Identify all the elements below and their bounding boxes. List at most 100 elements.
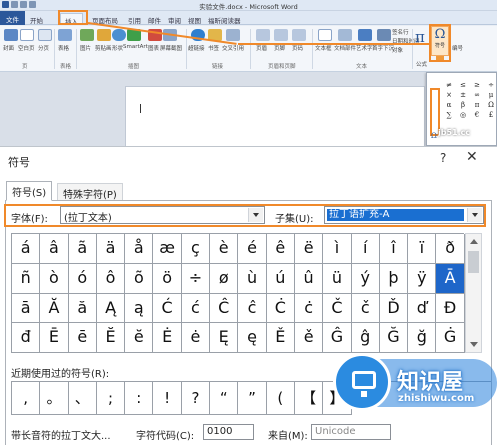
symbol-cell[interactable]: ċ [294, 293, 324, 324]
symbol-cell[interactable]: ö [153, 263, 182, 294]
recent-symbol-cell[interactable]: ? [181, 382, 211, 415]
document-page[interactable] [125, 86, 425, 146]
tab-references[interactable]: 引用 [124, 13, 145, 25]
symbol-cell[interactable]: ÿ [408, 263, 437, 294]
symbol-cell[interactable]: ė [181, 323, 211, 353]
recent-symbol-cell[interactable]: “ [210, 382, 239, 415]
symbol-cell[interactable]: ð [436, 234, 465, 264]
recent-symbol-cell[interactable]: ; [96, 382, 126, 415]
blank-page-icon[interactable] [20, 29, 34, 41]
clipart-icon[interactable] [97, 29, 111, 41]
dropdown-symbol[interactable]: α [442, 101, 456, 111]
symbol-cell[interactable]: ø [210, 263, 239, 294]
drop-cap-icon[interactable] [377, 29, 391, 41]
symbol-cell[interactable]: Ę [210, 323, 239, 353]
dropdown-symbol[interactable]: € [470, 111, 484, 121]
symbol-cell[interactable]: á [12, 234, 41, 264]
dropdown-symbol[interactable]: ≥ [470, 81, 484, 91]
close-button[interactable]: ✕ [466, 149, 478, 165]
symbol-cell[interactable]: ã [68, 234, 97, 264]
signature-line-button[interactable]: 签名行 [392, 28, 409, 36]
symbol-cell[interactable]: ý [351, 263, 380, 294]
symbol-cell[interactable]: ĝ [351, 323, 380, 353]
symbol-cell[interactable]: ĕ [125, 323, 154, 353]
symbol-cell[interactable]: đ [12, 323, 41, 353]
symbol-cell[interactable]: è [210, 234, 239, 264]
dropdown-symbol[interactable]: π [470, 101, 484, 111]
symbol-cell[interactable]: Đ [436, 293, 465, 324]
symbol-cell[interactable]: ç [181, 234, 211, 264]
dropdown-symbol[interactable]: £ [484, 111, 497, 121]
symbol-cell[interactable]: ù [238, 263, 267, 294]
dropdown-symbol[interactable]: β [456, 101, 470, 111]
symbol-cell[interactable]: î [379, 234, 409, 264]
symbol-cell[interactable]: æ [153, 234, 182, 264]
symbol-cell[interactable]: ñ [12, 263, 41, 294]
symbol-cell[interactable]: ď [408, 293, 437, 324]
recent-symbol-cell[interactable]: 、 [68, 382, 97, 415]
symbol-cell[interactable]: Ď [379, 293, 409, 324]
symbol-cell[interactable]: í [351, 234, 380, 264]
symbol-cell[interactable]: ē [68, 323, 97, 353]
symbol-cell[interactable]: ï [408, 234, 437, 264]
symbol-cell[interactable]: ì [323, 234, 352, 264]
symbol-cell[interactable]: Ć [153, 293, 182, 324]
cover-page-icon[interactable] [4, 29, 18, 41]
tab-review[interactable]: 审阅 [164, 13, 185, 25]
symbol-cell[interactable]: ÷ [181, 263, 211, 294]
shapes-icon[interactable] [112, 29, 126, 41]
more-symbols-omega-icon[interactable]: Ω [431, 132, 437, 140]
symbol-cell[interactable]: ć [181, 293, 211, 324]
symbol-cell[interactable]: ą [125, 293, 154, 324]
quick-parts-icon[interactable] [338, 29, 352, 41]
recent-symbol-cell[interactable]: ” [238, 382, 267, 415]
tab-symbols[interactable]: 符号(S) [6, 181, 53, 201]
symbol-cell[interactable]: ě [294, 323, 324, 353]
symbol-cell[interactable]: å [125, 234, 154, 264]
page-number-icon[interactable] [292, 29, 306, 41]
numbering-button[interactable]: 编号 [452, 44, 463, 52]
symbol-cell[interactable]: ğ [408, 323, 437, 353]
dropdown-symbol[interactable]: ∞ [470, 91, 484, 101]
symbol-cell[interactable]: Ĕ [96, 323, 126, 353]
dropdown-symbol[interactable]: ÷ [484, 81, 497, 91]
tab-foxit-reader[interactable]: 福昕阅读器 [204, 13, 245, 25]
symbol-cell[interactable]: Ě [266, 323, 295, 353]
symbol-cell[interactable]: ô [96, 263, 126, 294]
symbol-cell[interactable]: þ [379, 263, 409, 294]
symbol-cell[interactable]: é [238, 234, 267, 264]
symbol-cell[interactable]: Ĝ [323, 323, 352, 353]
symbol-cell[interactable]: ü [323, 263, 352, 294]
symbol-cell[interactable]: Č [323, 293, 352, 324]
object-button[interactable]: 对象 [392, 46, 403, 54]
symbol-cell[interactable]: â [40, 234, 69, 264]
symbol-cell[interactable]: ĉ [238, 293, 267, 324]
symbol-cell[interactable]: Ğ [379, 323, 409, 353]
symbol-cell-selected[interactable]: Ā [436, 263, 465, 294]
table-icon[interactable] [58, 29, 72, 41]
symbol-cell[interactable]: ò [40, 263, 69, 294]
character-code-input[interactable]: 0100 [203, 424, 254, 440]
symbol-cell[interactable]: Ĉ [210, 293, 239, 324]
symbol-cell[interactable]: õ [125, 263, 154, 294]
recent-symbol-cell[interactable]: 【 [294, 382, 324, 415]
footer-icon[interactable] [274, 29, 288, 41]
header-icon[interactable] [256, 29, 270, 41]
scroll-down-icon[interactable] [470, 342, 478, 347]
symbol-cell[interactable]: ë [294, 234, 324, 264]
help-button[interactable]: ? [440, 151, 446, 165]
picture-icon[interactable] [80, 29, 94, 41]
symbol-cell[interactable]: Ċ [266, 293, 295, 324]
symbol-cell[interactable]: ă [68, 293, 97, 324]
recent-symbol-cell[interactable]: ! [153, 382, 182, 415]
cross-reference-icon[interactable] [226, 29, 240, 41]
recent-symbol-cell[interactable]: 。 [40, 382, 69, 415]
page-break-icon[interactable] [38, 29, 52, 41]
symbol-cell[interactable]: ę [238, 323, 267, 353]
tab-mailings[interactable]: 邮件 [144, 13, 165, 25]
symbol-cell[interactable]: ú [266, 263, 295, 294]
recent-symbol-cell[interactable]: : [125, 382, 154, 415]
dropdown-symbol[interactable]: Ω [484, 101, 497, 111]
dropdown-symbol[interactable]: ± [456, 91, 470, 101]
scrollbar-thumb[interactable] [468, 251, 479, 273]
